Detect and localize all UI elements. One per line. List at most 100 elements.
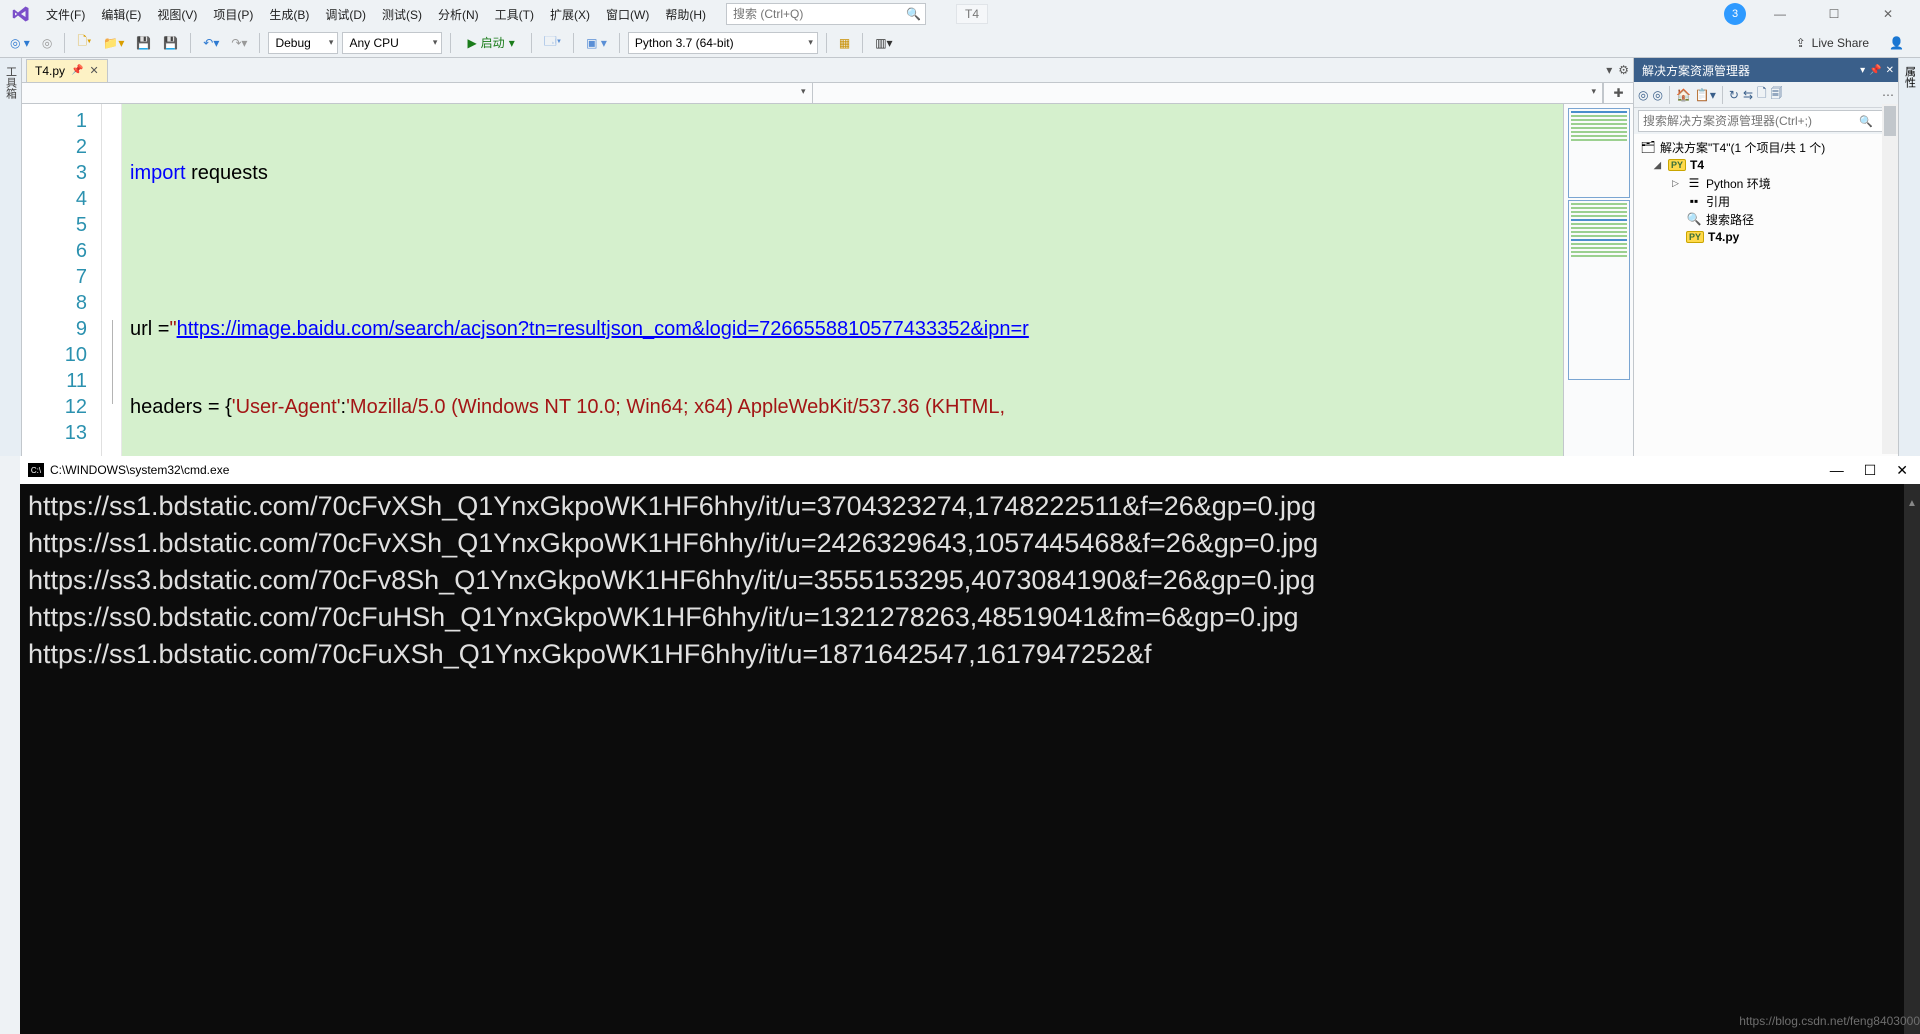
vertical-scrollbar[interactable]	[1882, 104, 1898, 454]
watermark-text: https://blog.csdn.net/feng8403000	[1739, 1014, 1920, 1028]
python-environment-dropdown[interactable]: Python 3.7 (64-bit)	[628, 32, 818, 54]
tab-dropdown-button[interactable]: ▾	[1606, 63, 1612, 77]
platform-dropdown[interactable]: Any CPU	[342, 32, 442, 54]
properties-side-tab[interactable]: 属性	[1898, 58, 1920, 456]
python-project-icon: PY	[1668, 159, 1686, 171]
redo-button[interactable]: ↷▾	[227, 34, 251, 52]
layout-button-1[interactable]: ▦	[835, 34, 854, 52]
toolbox-side-tab[interactable]: 工具箱	[0, 58, 22, 456]
global-search-box[interactable]: 🔍	[726, 3, 926, 25]
split-view-button[interactable]: ✚	[1603, 83, 1633, 103]
code-editor[interactable]: 1 2 3 4 5 6 7 8 9 10 11 12 13 import req…	[22, 104, 1633, 456]
editor-panel: T4.py 📌 ✕ ▾ ⚙ ✚ 1 2 3 4 5 6 7 8	[22, 58, 1633, 456]
code-minimap[interactable]	[1563, 104, 1633, 456]
editor-tab-strip: T4.py 📌 ✕ ▾ ⚙	[22, 58, 1633, 82]
menu-debug[interactable]: 调试(D)	[317, 3, 374, 26]
references-icon: ▪▪	[1686, 194, 1702, 208]
open-button[interactable]: 📁▾	[99, 34, 128, 52]
console-scrollbar[interactable]: ▲	[1904, 484, 1920, 1034]
menu-test[interactable]: 测试(S)	[374, 3, 430, 26]
solution-icon: 🗂	[1640, 140, 1656, 154]
navigate-back-button[interactable]: ◎ ▾	[6, 34, 34, 52]
search-paths-node[interactable]: 🔍 搜索路径	[1636, 210, 1896, 228]
menu-extensions[interactable]: 扩展(X)	[542, 3, 598, 26]
global-search-input[interactable]	[733, 7, 903, 21]
project-node[interactable]: ◢ PY T4	[1636, 156, 1896, 174]
sol-home-button[interactable]: 🏠	[1676, 88, 1691, 102]
start-debug-button[interactable]: ▶ 启动 ▾	[459, 32, 522, 53]
tab-label: T4.py	[35, 64, 65, 78]
search-path-icon: 🔍	[1686, 212, 1702, 226]
console-maximize-button[interactable]: ☐	[1864, 462, 1877, 479]
panel-close-icon[interactable]: ✕	[1886, 65, 1894, 76]
menu-file[interactable]: 文件(F)	[38, 3, 93, 26]
configuration-dropdown[interactable]: Debug	[268, 32, 338, 54]
menu-tools[interactable]: 工具(T)	[487, 3, 542, 26]
expand-icon[interactable]: ◢	[1654, 160, 1664, 171]
share-icon: ⇪	[1796, 36, 1806, 50]
save-all-button[interactable]: 💾	[159, 34, 182, 52]
main-toolbar: ◎ ▾ ◎ 🗋▾ 📁▾ 💾 💾 ↶▾ ↷▾ Debug Any CPU ▶ 启动…	[0, 28, 1920, 58]
maximize-button[interactable]: ☐	[1814, 2, 1854, 26]
menu-build[interactable]: 生成(B)	[261, 3, 317, 26]
console-titlebar[interactable]: C:\ C:\WINDOWS\system32\cmd.exe — ☐ ✕	[20, 456, 1920, 484]
scope-dropdown-right[interactable]	[813, 83, 1604, 103]
console-output[interactable]: https://ss1.bdstatic.com/70cFvXSh_Q1YnxG…	[20, 484, 1920, 1034]
sol-back-button[interactable]: ◎	[1638, 88, 1648, 102]
sol-properties-button[interactable]: 🗐	[1771, 84, 1783, 105]
line-number-gutter: 1 2 3 4 5 6 7 8 9 10 11 12 13	[22, 104, 102, 456]
sol-forward-button[interactable]: ◎	[1652, 88, 1662, 102]
undo-button[interactable]: ↶▾	[199, 34, 223, 52]
environment-icon: ☰	[1686, 176, 1702, 190]
sol-refresh-button[interactable]: ↻	[1729, 88, 1739, 102]
expand-icon[interactable]: ▷	[1672, 178, 1682, 189]
solution-search-input[interactable]	[1643, 114, 1889, 128]
console-title: C:\WINDOWS\system32\cmd.exe	[50, 463, 229, 477]
solution-tree[interactable]: 🗂 解决方案"T4"(1 个项目/共 1 个) ◢ PY T4 ▷ ☰ Pyth…	[1634, 134, 1898, 456]
tab-settings-button[interactable]: ⚙	[1618, 63, 1629, 77]
close-button[interactable]: ✕	[1868, 2, 1908, 26]
live-share-button[interactable]: ⇪ Live Share 👤	[1786, 36, 1914, 50]
solution-root-node[interactable]: 🗂 解决方案"T4"(1 个项目/共 1 个)	[1636, 138, 1896, 156]
sol-collapse-button[interactable]: ⇆	[1743, 88, 1753, 102]
main-workspace: 工具箱 T4.py 📌 ✕ ▾ ⚙ ✚ 1 2 3 4 5	[0, 58, 1920, 456]
code-content[interactable]: import requests url ="https://image.baid…	[122, 104, 1563, 456]
console-window: C:\ C:\WINDOWS\system32\cmd.exe — ☐ ✕ ht…	[20, 456, 1920, 1034]
notification-badge[interactable]: 3	[1724, 3, 1746, 25]
save-button[interactable]: 💾	[132, 34, 155, 52]
layout-button-2[interactable]: ▥▾	[871, 34, 896, 52]
sol-overflow-button[interactable]: ⋯	[1882, 88, 1894, 102]
console-close-button[interactable]: ✕	[1896, 462, 1908, 479]
menu-analyze[interactable]: 分析(N)	[430, 3, 487, 26]
scope-dropdown-left[interactable]	[22, 83, 813, 103]
debug-target-button[interactable]: 🗔▾	[540, 30, 565, 55]
panel-pin-icon[interactable]: 📌	[1869, 65, 1881, 76]
panel-dropdown-icon[interactable]: ▾	[1860, 65, 1865, 76]
close-tab-button[interactable]: ✕	[89, 64, 98, 77]
solution-search-box[interactable]: 🔍 ▾	[1638, 110, 1894, 132]
console-minimize-button[interactable]: —	[1830, 462, 1844, 479]
menu-bar: 文件(F) 编辑(E) 视图(V) 项目(P) 生成(B) 调试(D) 测试(S…	[0, 0, 1920, 28]
account-icon[interactable]: 👤	[1889, 36, 1904, 50]
editor-tab[interactable]: T4.py 📌 ✕	[26, 59, 108, 82]
python-env-node[interactable]: ▷ ☰ Python 环境	[1636, 174, 1896, 192]
solution-name-label: T4	[956, 4, 988, 24]
menu-project[interactable]: 项目(P)	[205, 3, 261, 26]
menu-view[interactable]: 视图(V)	[149, 3, 205, 26]
fold-margin[interactable]	[102, 104, 122, 456]
references-node[interactable]: ▪▪ 引用	[1636, 192, 1896, 210]
new-project-button[interactable]: 🗋▾	[73, 30, 95, 55]
minimize-button[interactable]: —	[1760, 2, 1800, 26]
navigate-forward-button[interactable]: ◎	[38, 34, 56, 52]
solution-explorer-header[interactable]: 解决方案资源管理器 ▾ 📌 ✕	[1634, 58, 1898, 82]
file-node[interactable]: PY T4.py	[1636, 228, 1896, 246]
menu-help[interactable]: 帮助(H)	[657, 3, 714, 26]
menu-edit[interactable]: 编辑(E)	[93, 3, 149, 26]
pin-icon[interactable]: 📌	[71, 65, 83, 76]
sol-showall-button[interactable]: 🗋	[1757, 84, 1767, 105]
search-icon: 🔍	[1859, 115, 1873, 128]
sol-sync-button[interactable]: 📋▾	[1695, 88, 1716, 102]
python-file-icon: PY	[1686, 231, 1704, 243]
menu-window[interactable]: 窗口(W)	[598, 3, 657, 26]
attach-button[interactable]: ▣ ▾	[582, 34, 611, 52]
